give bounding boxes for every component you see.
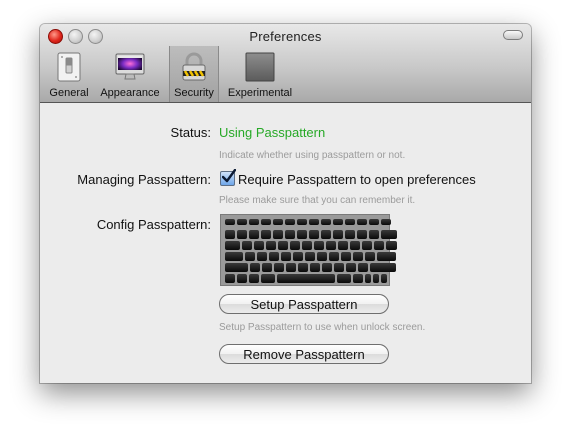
tab-security[interactable]: Security bbox=[169, 46, 219, 102]
keyboard-image bbox=[220, 214, 397, 286]
tab-general-label: General bbox=[49, 87, 89, 99]
managing-label: Managing Passpattern: bbox=[77, 172, 211, 187]
setup-passpattern-button[interactable]: Setup Passpattern bbox=[219, 294, 389, 314]
padlock-icon bbox=[179, 52, 209, 82]
tab-appearance-label: Appearance bbox=[100, 87, 160, 99]
tab-general[interactable]: General bbox=[46, 46, 92, 102]
status-hint: Indicate whether using passpattern or no… bbox=[219, 150, 406, 161]
managing-hint: Please make sure that you can remember i… bbox=[219, 195, 416, 206]
checkmark-icon bbox=[222, 169, 236, 183]
window-title: Preferences bbox=[249, 29, 322, 44]
tab-security-label: Security bbox=[174, 87, 214, 99]
tab-experimental-label: Experimental bbox=[227, 87, 293, 99]
monitor-icon bbox=[115, 52, 145, 82]
gray-square-icon bbox=[245, 52, 275, 82]
require-passpattern-label[interactable]: Require Passpattern to open preferences bbox=[238, 172, 476, 187]
remove-passpattern-button[interactable]: Remove Passpattern bbox=[219, 344, 389, 364]
status-label: Status: bbox=[170, 125, 211, 140]
status-value: Using Passpattern bbox=[219, 125, 326, 140]
tab-experimental[interactable]: Experimental bbox=[223, 46, 297, 102]
tab-appearance[interactable]: Appearance bbox=[98, 46, 162, 102]
config-label: Config Passpattern: bbox=[96, 217, 211, 232]
require-passpattern-checkbox[interactable] bbox=[220, 169, 236, 186]
toolbar-toggle-button[interactable] bbox=[503, 30, 523, 40]
setup-hint: Setup Passpattern to use when unlock scr… bbox=[219, 322, 426, 333]
preferences-window: Preferences General Appearance Security … bbox=[40, 24, 531, 383]
switch-icon bbox=[54, 52, 84, 82]
security-pane: Status: Using Passpattern Indicate wheth… bbox=[40, 103, 531, 383]
toolbar: Preferences General Appearance Security … bbox=[40, 24, 531, 103]
